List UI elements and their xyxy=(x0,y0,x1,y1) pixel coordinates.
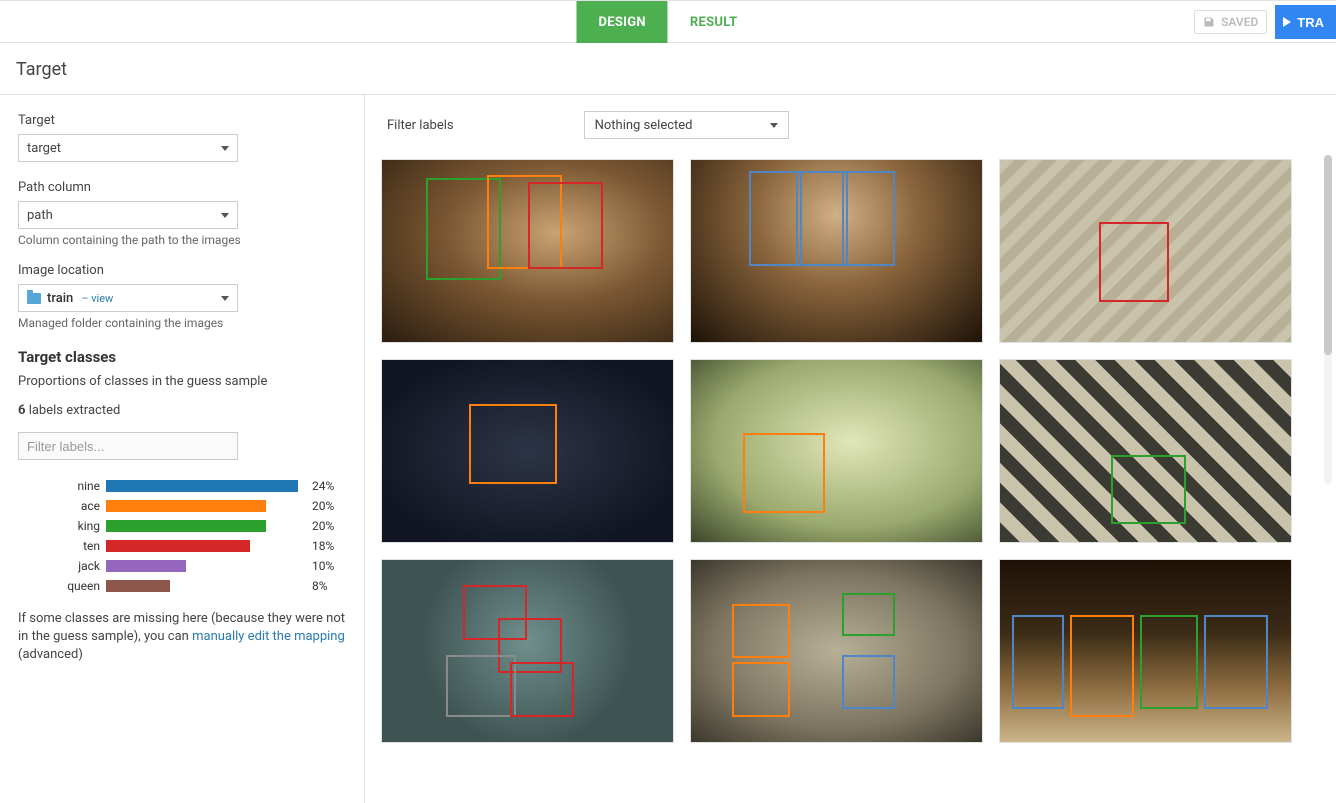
path-column-select-value: path xyxy=(27,208,53,223)
chevron-down-icon xyxy=(221,146,229,151)
image-location-label: Image location xyxy=(18,263,346,278)
image-placeholder xyxy=(1000,560,1291,742)
image-placeholder xyxy=(1000,160,1291,342)
image-thumbnail[interactable] xyxy=(999,559,1292,743)
image-location-view[interactable]: – view xyxy=(81,292,113,305)
image-thumbnail[interactable] xyxy=(999,159,1292,343)
chevron-down-icon xyxy=(221,296,229,301)
dist-bar xyxy=(106,580,170,592)
scrollbar[interactable] xyxy=(1324,155,1332,485)
image-thumbnail[interactable] xyxy=(690,559,983,743)
image-location-value: train xyxy=(47,291,73,306)
dist-row-pct: 20% xyxy=(312,519,334,533)
target-label: Target xyxy=(18,113,346,128)
scroll-thumb[interactable] xyxy=(1324,155,1332,355)
dist-bar xyxy=(106,500,266,512)
save-icon xyxy=(1203,16,1215,28)
folder-icon xyxy=(27,293,41,304)
class-filter-input[interactable] xyxy=(18,432,238,460)
path-column-select[interactable]: path xyxy=(18,201,238,229)
image-thumbnail[interactable] xyxy=(999,359,1292,543)
image-thumbnail[interactable] xyxy=(381,159,674,343)
dist-row: ten 18% xyxy=(18,536,346,556)
image-placeholder xyxy=(691,560,982,742)
image-thumbnail[interactable] xyxy=(690,159,983,343)
sidebar: Target target Path column path Column co… xyxy=(0,95,365,803)
dist-row-label: queen xyxy=(18,579,106,593)
dist-row-pct: 20% xyxy=(312,499,334,513)
image-placeholder xyxy=(382,560,673,742)
image-thumbnail[interactable] xyxy=(690,359,983,543)
image-grid xyxy=(381,159,1336,773)
labels-extracted: 6 labels extracted xyxy=(18,403,346,418)
dist-row-pct: 8% xyxy=(312,579,328,593)
image-placeholder xyxy=(1000,360,1291,542)
filter-labels-label: Filter labels xyxy=(387,118,454,133)
image-placeholder xyxy=(691,160,982,342)
dist-row: king 20% xyxy=(18,516,346,536)
image-placeholder xyxy=(691,360,982,542)
path-column-help: Column containing the path to the images xyxy=(18,233,346,247)
filter-labels-value: Nothing selected xyxy=(595,118,693,133)
dist-bar xyxy=(106,480,298,492)
play-icon xyxy=(1283,17,1291,27)
dist-bar xyxy=(106,540,250,552)
dist-row-pct: 24% xyxy=(312,479,334,493)
dist-bar xyxy=(106,560,186,572)
tab-result[interactable]: RESULT xyxy=(668,1,760,43)
dist-row: queen 8% xyxy=(18,576,346,596)
dist-row-label: ten xyxy=(18,539,106,553)
dist-row-label: nine xyxy=(18,479,106,493)
target-select-value: target xyxy=(27,141,61,156)
image-location-select[interactable]: train – view xyxy=(18,284,238,312)
image-placeholder xyxy=(382,160,673,342)
image-thumbnail[interactable] xyxy=(381,559,674,743)
class-distribution-chart: nine 24% ace 20% king 20% ten 18% jack 10% queen 8% xyxy=(18,476,346,596)
dist-row-pct: 18% xyxy=(312,539,334,553)
dist-row: ace 20% xyxy=(18,496,346,516)
tab-design[interactable]: DESIGN xyxy=(576,1,667,43)
section-title: Target xyxy=(0,43,1336,95)
image-thumbnail[interactable] xyxy=(381,359,674,543)
dist-row-label: ace xyxy=(18,499,106,513)
image-placeholder xyxy=(382,360,673,542)
target-select[interactable]: target xyxy=(18,134,238,162)
filter-labels-select[interactable]: Nothing selected xyxy=(584,111,789,139)
chevron-down-icon xyxy=(221,213,229,218)
dist-row-label: jack xyxy=(18,559,106,573)
dist-row: jack 10% xyxy=(18,556,346,576)
chevron-down-icon xyxy=(770,123,778,128)
dist-bar xyxy=(106,520,266,532)
image-location-help: Managed folder containing the images xyxy=(18,316,346,330)
tab-bar: DESIGN RESULT SAVED TRA xyxy=(0,1,1336,43)
main-panel: Filter labels Nothing selected xyxy=(365,95,1336,803)
dist-row: nine 24% xyxy=(18,476,346,496)
target-classes-sub: Proportions of classes in the guess samp… xyxy=(18,374,346,389)
dist-row-pct: 10% xyxy=(312,559,334,573)
saved-button[interactable]: SAVED xyxy=(1194,10,1267,34)
path-column-label: Path column xyxy=(18,180,346,195)
missing-classes-note: If some classes are missing here (becaus… xyxy=(18,610,346,665)
train-button[interactable]: TRA xyxy=(1275,5,1336,39)
target-classes-heading: Target classes xyxy=(18,348,346,366)
dist-row-label: king xyxy=(18,519,106,533)
edit-mapping-link[interactable]: manually edit the mapping xyxy=(192,629,345,644)
